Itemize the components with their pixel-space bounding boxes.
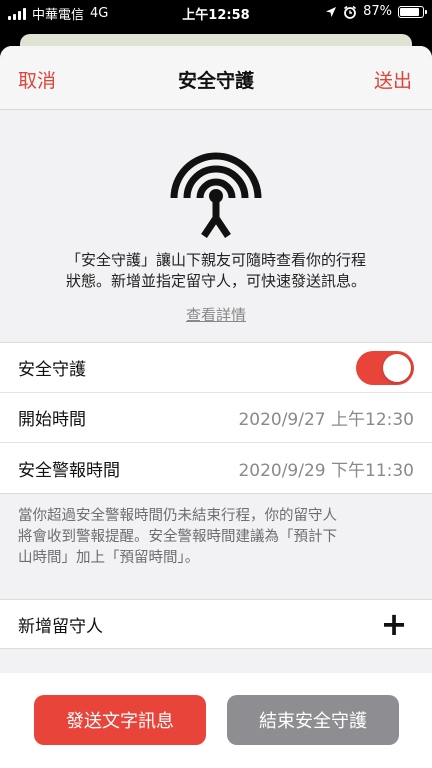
start-time-value[interactable]: 2020/9/27 上午12:30 [238,405,414,430]
broadcast-antenna-icon [170,152,262,238]
battery-level-fill [400,7,420,16]
battery-percent: 87% [363,4,392,19]
status-right: 87% [325,4,427,19]
send-text-message-button[interactable]: 發送文字訊息 [34,695,206,745]
start-time-row[interactable]: 開始時間 2020/9/27 上午12:30 [0,393,432,443]
feature-description: 「安全守護」讓山下親友可隨時查看你的行程 狀態。新增並指定留守人，可快速發送訊息… [20,250,412,292]
alert-explanation-note: 當你超過安全警報時間仍未結束行程，你的留守人 將會收到警報提醒。安全警報時間建議… [18,506,414,569]
settings-card: 安全守護 開始時間 2020/9/27 上午12:30 安全警報時間 2020/… [0,342,432,494]
start-time-label: 開始時間 [18,410,86,430]
view-details-link[interactable]: 查看詳情 [0,304,432,325]
toggle-knob [383,353,411,382]
alert-time-row[interactable]: 安全警報時間 2020/9/29 下午11:30 [0,443,432,493]
status-bar: 中華電信 4G 上午12:58 87% [0,0,432,24]
note-line: 當你超過安全警報時間仍未結束行程，你的留守人 [18,508,337,524]
guard-toggle-row: 安全守護 [0,343,432,393]
plus-icon[interactable]: + [374,608,414,640]
page-title: 安全守護 [177,70,254,92]
feature-description-line: 「安全守護」讓山下親友可隨時查看你的行程 [65,251,366,269]
safety-guard-sheet: 取消 安全守護 送出 「安全守護」讓山下親友可隨時查看你的行程 狀態。新增並指定… [0,46,432,768]
note-line: 山時間」加上「預留時間」。 [18,550,200,566]
guard-toggle[interactable] [356,350,414,385]
note-line: 將會收到警報提醒。安全警報時間建議為「預計下 [18,529,337,545]
feature-description-line: 狀態。新增並指定留守人，可快速發送訊息。 [65,272,366,290]
guard-toggle-label: 安全守護 [18,360,86,380]
navigation-bar: 取消 安全守護 送出 [0,46,432,110]
send-button[interactable]: 送出 [374,66,412,93]
alert-time-value[interactable]: 2020/9/29 下午11:30 [238,456,414,481]
end-safety-guard-button[interactable]: 結束安全守護 [227,695,399,745]
alarm-icon [344,5,357,19]
alert-time-label: 安全警報時間 [18,460,120,481]
location-arrow-icon [326,6,337,17]
add-guardian-label: 新增留守人 [18,616,103,637]
footer-actions: 發送文字訊息 結束安全守護 [0,673,432,768]
battery-icon [398,5,427,18]
add-guardian-row[interactable]: 新增留守人 + [0,599,432,649]
